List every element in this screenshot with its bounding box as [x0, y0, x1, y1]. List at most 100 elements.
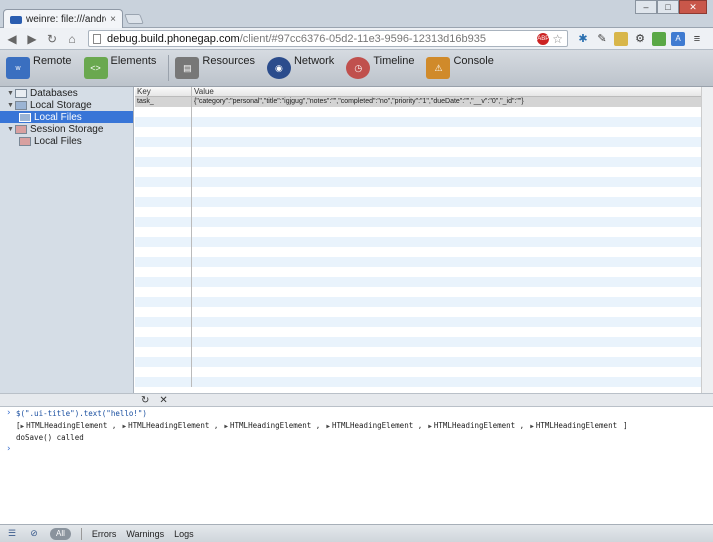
panel-tab-resources[interactable]: ▤ Resources — [175, 53, 255, 83]
menu-icon[interactable]: ≡ — [690, 32, 704, 46]
page-icon — [93, 33, 101, 44]
network-icon: ◉ — [266, 57, 291, 79]
refresh-icon[interactable]: ↻ — [141, 395, 149, 406]
table-row[interactable]: task_ {"category":"personal","title":"ig… — [135, 97, 701, 107]
back-icon[interactable]: ◀ — [4, 31, 20, 47]
empty-table-row — [135, 307, 701, 317]
translate-icon[interactable]: A — [671, 31, 685, 46]
show-console-icon[interactable]: ☰ — [6, 528, 18, 540]
console-icon: ⚠ — [426, 57, 451, 79]
column-header-key[interactable]: Key — [135, 87, 192, 96]
filter-logs-button[interactable]: Logs — [174, 529, 194, 539]
grid-body: task_ {"category":"personal","title":"ig… — [135, 97, 701, 387]
filter-warnings-button[interactable]: Warnings — [126, 529, 164, 539]
cell-value[interactable]: {"category":"personal","title":"igjgug",… — [192, 97, 701, 107]
panel-tab-console[interactable]: ⚠ Console — [426, 53, 494, 83]
cell-key[interactable]: task_ — [135, 97, 192, 107]
storage-icon — [15, 100, 27, 110]
database-icon — [15, 88, 27, 98]
grid-icon — [19, 112, 31, 122]
settings-gear-icon[interactable]: ⚙ — [633, 32, 647, 46]
grid-icon — [19, 136, 31, 146]
reload-icon[interactable]: ↻ — [44, 31, 60, 47]
empty-table-row — [135, 117, 701, 127]
empty-table-row — [135, 287, 701, 297]
result-element[interactable]: ▶ HTMLHeadingElement , — [21, 421, 117, 430]
empty-table-row — [135, 337, 701, 347]
expand-arrow-icon[interactable]: ▼ — [6, 126, 15, 133]
weinre-panel-bar: w Remote <> Elements ▤ Resources ◉ Netwo… — [0, 50, 713, 87]
maximize-button[interactable]: □ — [657, 0, 679, 14]
expand-triangle-icon[interactable]: ▶ — [224, 423, 228, 430]
empty-table-row — [135, 377, 701, 387]
window-controls: – □ ✕ — [635, 0, 707, 14]
grid-toolbar: ↻ ✕ — [135, 393, 713, 407]
tree-item-local-storage[interactable]: ▼ Local Storage — [0, 99, 133, 111]
tree-item-local-files-local-storage[interactable]: Local Files — [0, 111, 133, 123]
eyedropper-icon[interactable]: ✎ — [595, 32, 609, 46]
empty-table-row — [135, 237, 701, 247]
browser-tab[interactable]: weinre: file:///android_as × — [3, 9, 123, 29]
tree-item-local-files-session-storage[interactable]: Local Files — [0, 135, 133, 147]
tab-title: weinre: file:///android_as — [26, 14, 106, 25]
column-header-value[interactable]: Value — [192, 87, 701, 96]
filter-all-button[interactable]: All — [50, 527, 71, 540]
tab-close-icon[interactable]: × — [110, 14, 116, 25]
result-element[interactable]: ▶ HTMLHeadingElement , — [122, 421, 218, 430]
panel-tab-timeline[interactable]: ◷ Timeline — [346, 53, 414, 83]
console-input-line[interactable]: › — [6, 443, 713, 455]
browser-toolbar: ◀ ▶ ↻ ⌂ debug.build.phonegap.com /client… — [0, 28, 713, 50]
url-host: debug.build.phonegap.com — [107, 32, 240, 45]
sidebar-footer — [0, 393, 135, 407]
grid-scrollbar[interactable] — [701, 87, 713, 393]
filter-errors-button[interactable]: Errors — [92, 529, 117, 539]
weinre-favicon-icon — [10, 15, 22, 24]
tree-item-session-storage[interactable]: ▼ Session Storage — [0, 123, 133, 135]
expand-arrow-icon[interactable]: ▼ — [6, 90, 15, 97]
timeline-icon: ◷ — [346, 57, 371, 79]
console-panel[interactable]: › $(".ui-title").text("hello!") [ ▶ HTMLH… — [0, 407, 713, 524]
browser-titlebar: weinre: file:///android_as × – □ ✕ — [0, 0, 713, 29]
prompt-icon: › — [6, 444, 12, 454]
window-close-button[interactable]: ✕ — [679, 0, 707, 14]
expand-arrow-icon[interactable]: ▼ — [6, 102, 15, 109]
minimize-button[interactable]: – — [635, 0, 657, 14]
expand-triangle-icon[interactable]: ▶ — [21, 423, 25, 430]
empty-table-row — [135, 147, 701, 157]
bookmark-star-icon[interactable]: ☆ — [552, 32, 563, 46]
empty-table-row — [135, 197, 701, 207]
console-result: [ ▶ HTMLHeadingElement , ▶ HTMLHeadingElem… — [16, 420, 628, 430]
home-icon[interactable]: ⌂ — [64, 31, 80, 47]
empty-table-row — [135, 297, 701, 307]
address-bar[interactable]: debug.build.phonegap.com /client/#97cc63… — [88, 30, 568, 47]
expand-triangle-icon[interactable]: ▶ — [326, 423, 330, 430]
empty-table-row — [135, 247, 701, 257]
expand-triangle-icon[interactable]: ▶ — [530, 423, 534, 430]
extension-card-icon[interactable] — [614, 31, 628, 46]
tree-item-databases[interactable]: ▼ Databases — [0, 87, 133, 99]
result-element[interactable]: ▶ HTMLHeadingElement , — [224, 421, 320, 430]
new-tab-button[interactable] — [124, 14, 144, 24]
storage-icon — [15, 124, 27, 134]
empty-table-row — [135, 167, 701, 177]
empty-table-row — [135, 157, 701, 167]
result-element[interactable]: ▶ HTMLHeadingElement , — [326, 421, 422, 430]
panel-tab-remote[interactable]: w Remote — [6, 53, 72, 83]
clear-console-icon[interactable]: ⊘ — [28, 528, 40, 540]
expand-triangle-icon[interactable]: ▶ — [428, 423, 432, 430]
delete-icon[interactable]: ✕ — [159, 395, 167, 406]
evernote-icon[interactable] — [652, 31, 666, 46]
forward-icon[interactable]: ▶ — [24, 31, 40, 47]
empty-table-row — [135, 177, 701, 187]
grid-header: Key Value — [135, 87, 701, 97]
console-log-line: doSave() called — [16, 432, 84, 442]
empty-table-row — [135, 217, 701, 227]
panel-tab-network[interactable]: ◉ Network — [266, 53, 334, 83]
empty-table-row — [135, 107, 701, 117]
expand-triangle-icon[interactable]: ▶ — [122, 423, 126, 430]
panel-tab-elements[interactable]: <> Elements — [83, 53, 156, 83]
result-element[interactable]: ▶ HTMLHeadingElement — [530, 421, 617, 430]
result-element[interactable]: ▶ HTMLHeadingElement , — [428, 421, 524, 430]
extension-gear-icon[interactable]: ✱ — [576, 32, 590, 46]
adblock-icon[interactable]: ABP — [537, 32, 549, 45]
